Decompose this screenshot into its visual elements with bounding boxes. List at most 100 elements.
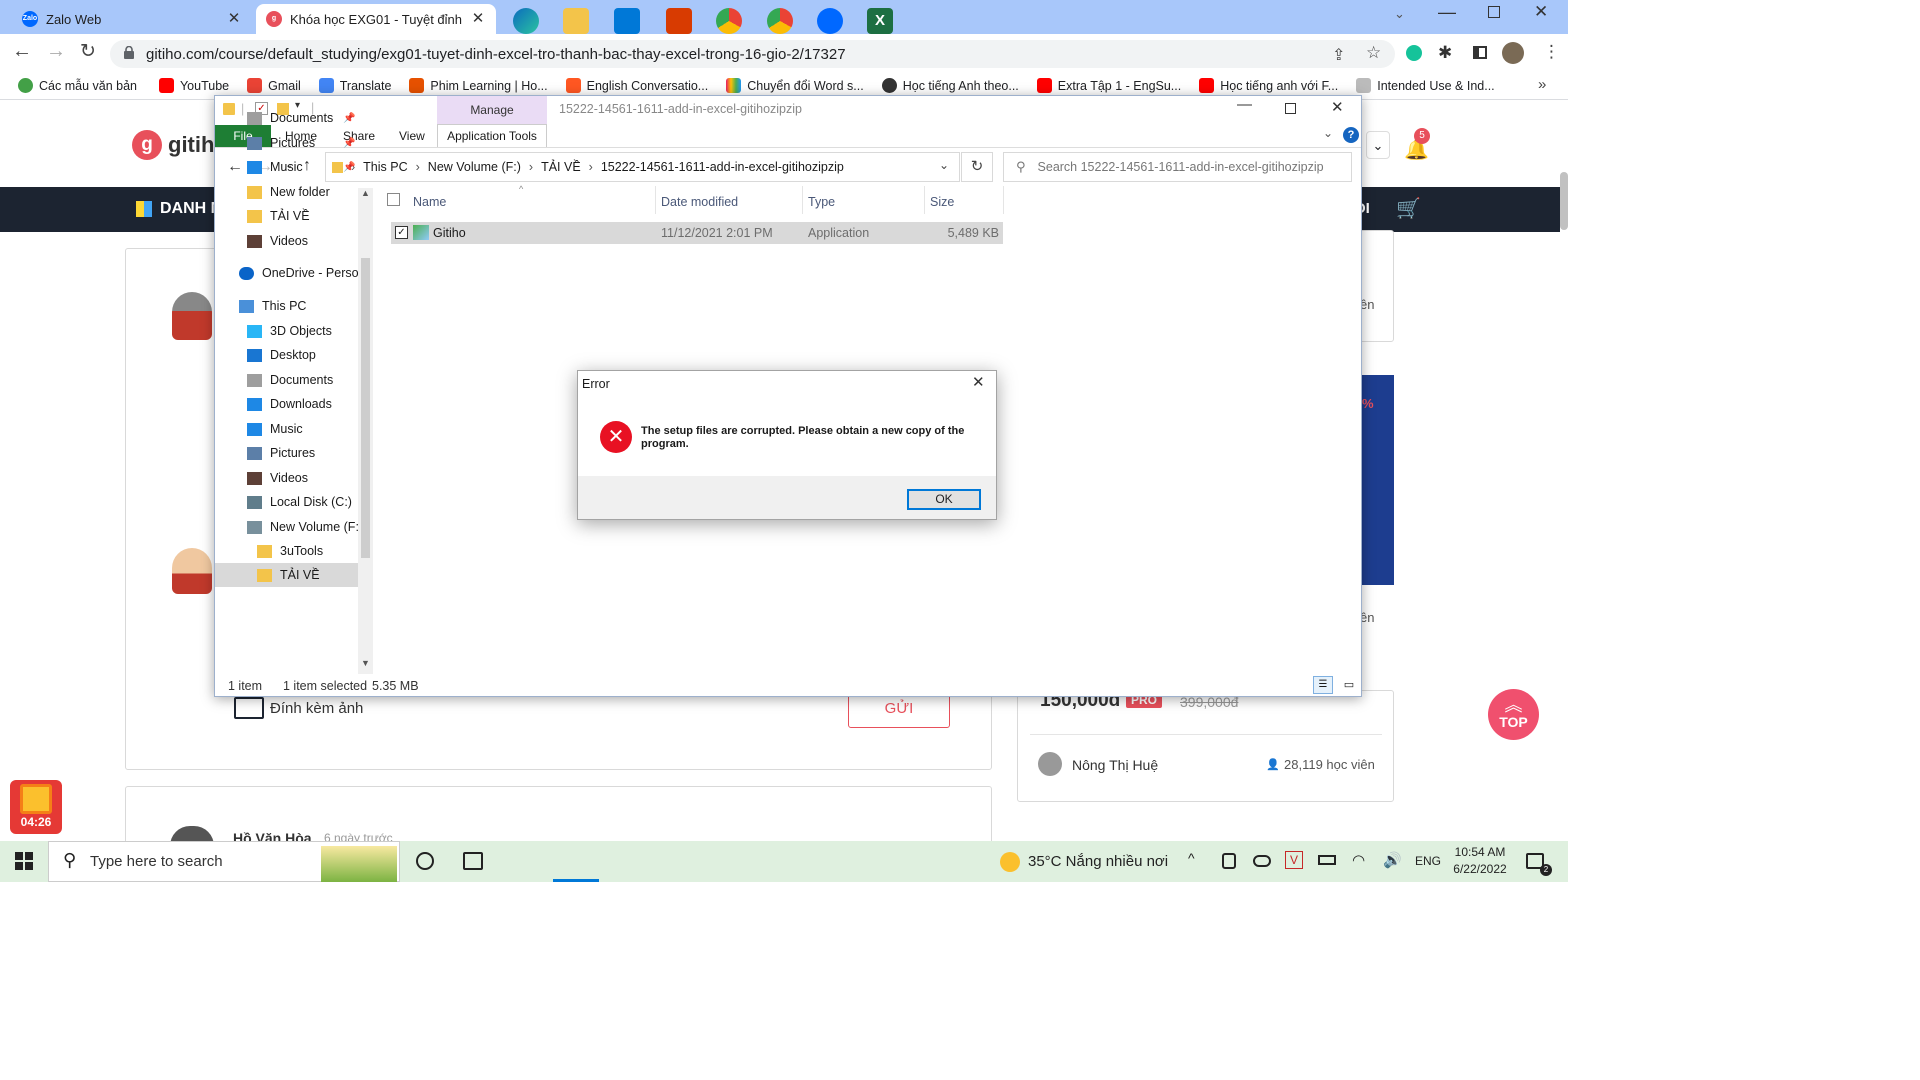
sidebar-item[interactable]: Music [215,417,358,441]
address-breadcrumb[interactable]: › This PC › New Volume (F:) › TẢI VỀ › 1… [325,152,960,182]
column-header-size[interactable]: Size [930,195,954,209]
nav-scrollbar-thumb[interactable] [361,258,370,558]
side-panel-icon[interactable] [1473,46,1487,59]
language-indicator[interactable]: ENG [1415,854,1441,868]
sidebar-item[interactable]: Music 📌 [215,155,358,179]
author-name[interactable]: Nông Thị Huệ [1072,757,1158,773]
menu-icon[interactable]: ⋮ [1543,42,1560,62]
bookmark-item[interactable]: Phim Learning | Ho... [405,78,551,93]
close-icon[interactable]: ✕ [470,11,486,27]
help-icon[interactable]: ? [1343,127,1359,143]
vivaldi-tray-icon[interactable]: V [1285,851,1303,869]
cortana-icon[interactable] [416,852,434,870]
page-scrollbar-thumb[interactable] [1560,172,1568,230]
close-icon[interactable]: ✕ [972,373,985,391]
column-divider[interactable] [924,186,925,214]
sidebar-item[interactable]: New folder [215,180,358,204]
clock[interactable]: 10:54 AM 6/22/2022 [1452,845,1508,876]
large-icons-view-icon[interactable]: ▭ [1339,676,1359,694]
sidebar-item[interactable]: Local Disk (C:) [215,490,358,514]
restore-icon[interactable] [1488,6,1500,18]
row-checkbox-checked[interactable]: ✓ [395,226,408,239]
chevron-up-icon[interactable]: ^ [1188,850,1195,866]
sidebar-item[interactable]: New Volume (F:) [215,515,363,539]
sidebar-item[interactable]: 3uTools [215,539,358,563]
column-divider[interactable] [1003,186,1004,214]
bookmark-item[interactable]: Học tiếng anh với F... [1195,78,1342,93]
back-to-top-button[interactable]: ︽ TOP [1488,689,1539,740]
tab-search-icon[interactable]: ⌄ [1394,6,1405,22]
extensions-icon[interactable]: ✱ [1438,43,1452,63]
zalo-icon[interactable] [817,8,843,34]
battery-icon[interactable] [1318,855,1336,865]
bookmark-item[interactable]: Gmail [243,78,305,93]
bookmark-item[interactable]: Chuyển đổi Word s... [722,78,868,93]
minimize-icon[interactable]: — [1237,96,1252,113]
scroll-up-icon[interactable]: ▲ [358,188,373,198]
close-window-icon[interactable]: ✕ [1534,2,1548,22]
column-header-type[interactable]: Type [808,195,835,209]
file-explorer-taskbar-icon[interactable] [563,8,589,34]
minimize-icon[interactable]: — [1438,2,1456,23]
breadcrumb-item[interactable]: TẢI VỀ [541,160,581,174]
chrome-profile-icon[interactable] [767,8,793,34]
column-divider[interactable] [655,186,656,214]
column-header-name[interactable]: Name [413,195,446,209]
tab-gitiho[interactable]: g Khóa học EXG01 - Tuyệt đỉnh Exc ✕ [256,4,496,34]
breadcrumb-item[interactable]: 15222-14561-1611-add-in-excel-gitihozipz… [601,160,844,174]
breadcrumb-item[interactable]: This PC [363,160,407,174]
address-bar[interactable]: gitiho.com/course/default_studying/exg01… [110,40,1395,68]
bookmark-item[interactable]: YouTube [155,78,233,93]
column-divider[interactable] [802,186,803,214]
bookmark-item[interactable]: English Conversatio... [562,78,713,93]
scroll-down-icon[interactable]: ▼ [358,658,373,668]
sidebar-item[interactable]: Downloads [215,392,358,416]
bookmark-item[interactable]: Extra Tập 1 - EngSu... [1033,78,1185,93]
cart-icon[interactable]: 🛒 [1396,196,1421,221]
sidebar-item[interactable]: Desktop [215,343,358,367]
sidebar-item[interactable]: TẢI VỀ [215,204,358,228]
sidebar-item[interactable]: Documents [215,368,358,392]
profile-avatar[interactable] [1502,42,1524,64]
mail-icon[interactable] [614,8,640,34]
explorer-search-box[interactable]: ⚲ Search 15222-14561-1611-add-in-excel-g… [1003,152,1352,182]
refresh-icon[interactable]: ↻ [961,152,993,182]
bookmark-item[interactable]: Các mẫu văn bản [14,78,141,93]
office-icon[interactable] [666,8,692,34]
edge-icon[interactable] [513,8,539,34]
reload-icon[interactable]: ↻ [80,40,96,63]
ribbon-tab-view[interactable]: View [399,129,425,143]
gift-widget[interactable]: 04:26 [10,780,62,834]
maximize-icon[interactable] [1285,103,1296,114]
taskbar-search[interactable]: ⚲ Type here to search [48,841,400,882]
meet-icon[interactable] [1222,853,1236,869]
cloud-icon[interactable] [1253,855,1271,867]
sidebar-item[interactable]: Videos [215,229,358,253]
ok-button[interactable]: OK [907,489,981,510]
weather-icon[interactable] [1000,852,1020,872]
windows-start-icon[interactable] [15,852,33,870]
image-icon[interactable] [234,697,264,719]
sidebar-item[interactable]: This PC [215,294,358,318]
bookmarks-more[interactable]: » [1538,76,1546,93]
bookmark-item[interactable]: Translate [315,78,396,93]
breadcrumb-item[interactable]: New Volume (F:) [428,160,521,174]
sidebar-item[interactable]: Pictures [215,441,358,465]
sidebar-item[interactable]: TẢI VỀ [215,563,358,587]
bookmark-item[interactable]: Intended Use & Ind... [1352,78,1498,93]
select-all-checkbox[interactable] [387,193,400,206]
task-view-icon[interactable] [463,852,483,870]
forward-icon[interactable]: → [46,40,66,63]
ribbon-tab-application-tools[interactable]: Application Tools [437,124,547,147]
close-icon[interactable]: ✕ [1331,98,1344,116]
back-icon[interactable]: ← [12,40,32,63]
nav-scrollbar[interactable]: ▲ ▼ [358,188,373,674]
wifi-icon[interactable]: ◠ [1352,851,1365,869]
ribbon-context-manage[interactable]: Manage [437,96,547,124]
file-row[interactable]: ✓ Gitiho 11/12/2021 2:01 PM Application … [391,222,1003,244]
volume-icon[interactable]: 🔊 [1383,851,1402,869]
chrome-icon[interactable] [716,8,742,34]
chevron-down-icon[interactable]: ⌄ [1366,131,1390,159]
weather-text[interactable]: 35°C Nắng nhiều nơi [1028,853,1168,870]
column-header-date[interactable]: Date modified [661,195,738,209]
